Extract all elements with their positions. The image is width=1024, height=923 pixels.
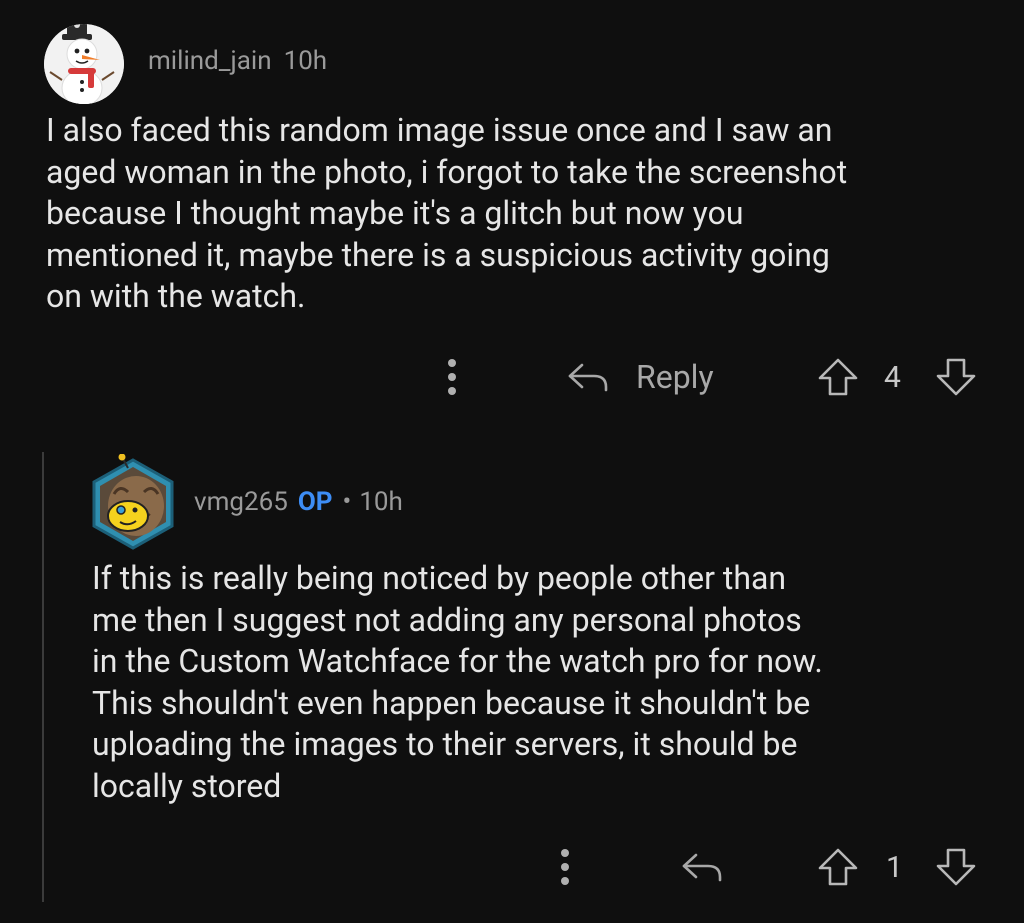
comment-body: If this is really being noticed by peopl… bbox=[92, 559, 823, 805]
avatar[interactable] bbox=[44, 24, 124, 104]
downvote-arrow-icon bbox=[936, 358, 976, 396]
comment-meta: vmg265 OP • 10h bbox=[194, 487, 403, 517]
downvote-button[interactable] bbox=[934, 847, 978, 887]
username[interactable]: milind_jain bbox=[148, 46, 272, 76]
downvote-arrow-icon bbox=[936, 848, 976, 886]
comment-actions: Reply 4 bbox=[0, 352, 1024, 402]
thread-line[interactable] bbox=[42, 452, 44, 902]
comment-actions: 1 bbox=[0, 842, 1024, 892]
upvote-arrow-icon bbox=[818, 358, 858, 396]
reply-button[interactable] bbox=[680, 849, 726, 885]
username[interactable]: vmg265 bbox=[194, 487, 288, 517]
avatar[interactable] bbox=[88, 453, 178, 552]
vote-count: 4 bbox=[884, 360, 901, 395]
timestamp: 10h bbox=[359, 487, 403, 517]
upvote-arrow-icon bbox=[818, 848, 858, 886]
reply-arrow-icon bbox=[568, 363, 608, 392]
more-vertical-icon[interactable] bbox=[555, 847, 575, 887]
timestamp: 10h bbox=[283, 46, 328, 76]
meta-separator: • bbox=[342, 487, 352, 517]
owl-avatar-icon bbox=[92, 453, 174, 550]
reply-button[interactable] bbox=[566, 359, 612, 395]
downvote-button[interactable] bbox=[934, 357, 978, 397]
vote-count: 1 bbox=[886, 850, 903, 885]
upvote-button[interactable] bbox=[816, 847, 860, 887]
upvote-button[interactable] bbox=[816, 357, 860, 397]
comment-meta: milind_jain 10h bbox=[148, 46, 327, 76]
snowman-avatar-icon bbox=[44, 24, 124, 104]
comment-body: I also faced this random image issue onc… bbox=[46, 111, 848, 315]
reply-label[interactable]: Reply bbox=[636, 358, 714, 396]
reply-arrow-icon bbox=[682, 853, 722, 882]
more-vertical-icon[interactable] bbox=[442, 357, 462, 397]
op-badge: OP bbox=[297, 487, 333, 517]
